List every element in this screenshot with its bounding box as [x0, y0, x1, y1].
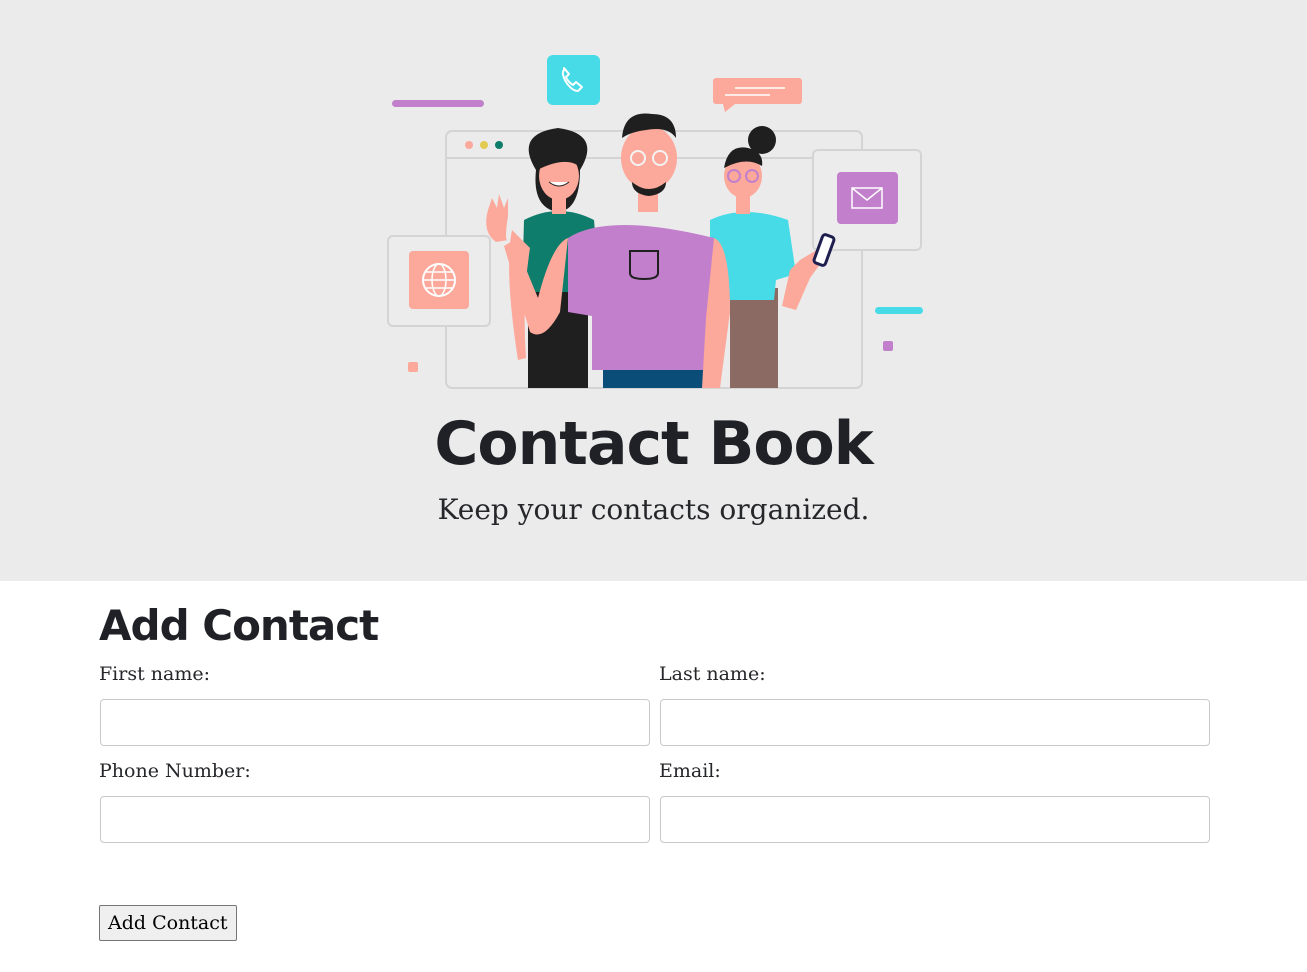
first-name-label: First name:: [99, 663, 210, 685]
form-title: Add Contact: [99, 601, 379, 650]
page-subtitle: Keep your contacts organized.: [437, 493, 870, 526]
email-input[interactable]: [660, 796, 1210, 843]
globe-icon: [387, 235, 491, 327]
phone-number-label: Phone Number:: [99, 760, 251, 782]
email-label: Email:: [659, 760, 721, 782]
add-contact-button[interactable]: Add Contact: [99, 905, 237, 941]
last-name-label: Last name:: [659, 663, 766, 685]
contacts-illustration: [387, 55, 923, 389]
phone-number-input[interactable]: [100, 796, 650, 843]
page-title: Contact Book: [434, 409, 873, 479]
phone-icon: [547, 55, 600, 105]
first-name-input[interactable]: [100, 699, 650, 746]
hero-banner: Contact Book Keep your contacts organize…: [0, 0, 1307, 581]
last-name-input[interactable]: [660, 699, 1210, 746]
chat-bubble-icon: [713, 78, 802, 112]
